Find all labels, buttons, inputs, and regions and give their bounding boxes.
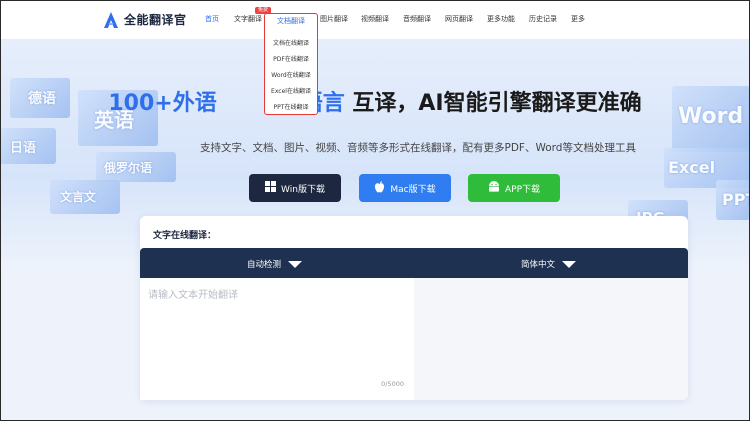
app-logo[interactable]: 全能翻译官 xyxy=(104,11,187,28)
decor-card-russian: 俄罗尔语 xyxy=(96,152,176,182)
mac-download-button[interactable]: Mac版下载 xyxy=(359,174,451,202)
nav-item-web-translate[interactable]: 网页翻译 xyxy=(445,14,473,24)
hero-headline: 100+外语族语言 互译，AI智能引擎翻译更准确 xyxy=(0,85,750,117)
target-language-label: 简体中文 xyxy=(521,260,556,270)
decor-card-ppt-label: PPT xyxy=(722,190,750,209)
dropdown-item-pdf[interactable]: PDF在线翻译 xyxy=(265,54,317,63)
hero-headline-part-c: 互译，AI智能引擎翻译更准确 xyxy=(352,91,642,116)
app-download-button[interactable]: APP下载 xyxy=(468,174,560,202)
nav-item-video-translate[interactable]: 视频翻译 xyxy=(361,14,389,24)
language-bar: 自动检测 简体中文 xyxy=(140,248,688,278)
mac-download-label: Mac版下载 xyxy=(390,184,436,195)
app-download-label: APP下载 xyxy=(504,184,540,195)
chevron-down-icon xyxy=(562,260,577,268)
android-icon xyxy=(488,181,500,195)
decor-card-classical-label: 文言文 xyxy=(60,190,97,204)
dropdown-item-document[interactable]: 文档在线翻译 xyxy=(265,38,317,47)
dropdown-item-excel[interactable]: Excel在线翻译 xyxy=(265,86,317,95)
dropdown-item-ppt[interactable]: PPT在线翻译 xyxy=(265,102,317,111)
translate-panel-title: 文字在线翻译： xyxy=(153,231,217,241)
chevron-down-icon xyxy=(288,260,303,268)
app-name: 全能翻译官 xyxy=(124,13,187,27)
decor-card-excel-label: Excel xyxy=(668,158,716,177)
apple-icon xyxy=(374,180,385,196)
windows-icon xyxy=(265,181,277,195)
nav-item-document-translate[interactable]: 文档翻译 xyxy=(277,16,305,26)
source-text-input[interactable] xyxy=(148,286,406,382)
nav-item-audio-translate[interactable]: 音频翻译 xyxy=(403,14,431,24)
nav-item-text-translate[interactable]: 文字翻译 xyxy=(234,14,262,24)
win-download-button[interactable]: Win版下载 xyxy=(249,174,341,202)
hero-subtitle: 支持文字、文档、图片、视频、音频等多形式在线翻译，配有更多PDF、Word等文档… xyxy=(200,142,636,154)
source-text-area: 0/5000 xyxy=(140,278,414,400)
top-navigation-bar: 全能翻译官 首页 文字翻译 图片翻译 视频翻译 音频翻译 网页翻译 更多功能 历… xyxy=(0,0,750,40)
target-language-select[interactable]: 简体中文 xyxy=(521,258,577,270)
nav-item-more-features[interactable]: 更多功能 xyxy=(487,14,515,24)
decor-card-classical: 文言文 xyxy=(50,180,120,214)
source-language-select[interactable]: 自动检测 xyxy=(247,258,303,270)
text-translate-panel: 文字在线翻译： 自动检测 简体中文 0/5000 xyxy=(140,216,688,400)
decor-card-russian-label: 俄罗尔语 xyxy=(104,161,153,175)
hero-headline-part-a: 100+外语 xyxy=(108,91,217,116)
char-counter: 0/5000 xyxy=(381,380,404,388)
nav-item-home[interactable]: 首页 xyxy=(205,14,219,24)
dropdown-item-word[interactable]: Word在线翻译 xyxy=(265,70,317,79)
nav-item-history[interactable]: 历史记录 xyxy=(529,14,557,24)
nav-item-image-translate[interactable]: 图片翻译 xyxy=(320,14,348,24)
nav-item-more[interactable]: 更多 xyxy=(571,14,585,24)
logo-icon xyxy=(104,11,118,28)
decor-card-ppt: PPT xyxy=(716,180,750,220)
document-translate-dropdown: 文档翻译 文档在线翻译 PDF在线翻译 Word在线翻译 Excel在线翻译 P… xyxy=(264,13,318,115)
translation-output-area xyxy=(414,278,688,400)
win-download-label: Win版下载 xyxy=(281,184,325,195)
source-language-label: 自动检测 xyxy=(247,260,282,270)
